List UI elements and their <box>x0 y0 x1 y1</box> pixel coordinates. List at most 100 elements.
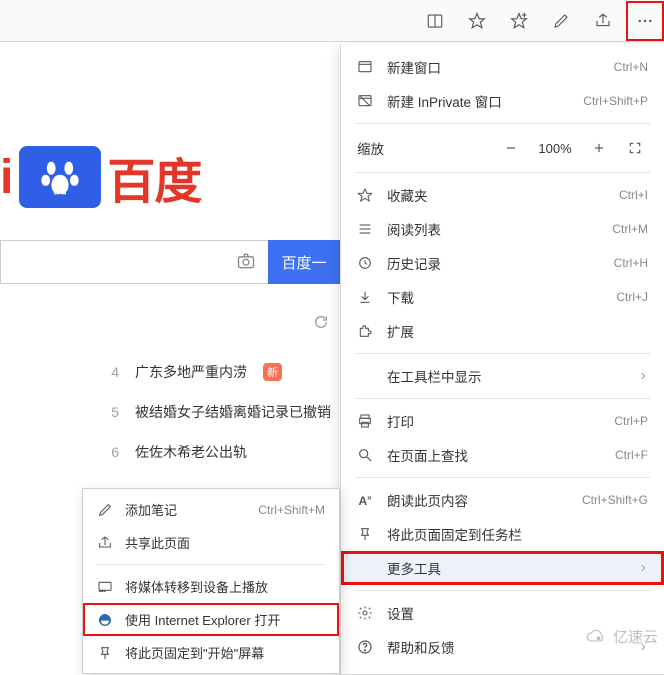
print-icon <box>357 413 373 429</box>
label: 使用 Internet Explorer 打开 <box>125 610 325 629</box>
news-rank: 6 <box>105 444 119 460</box>
menu-settings[interactable]: 设置 <box>341 596 664 630</box>
svg-text:du: du <box>54 186 67 198</box>
share-icon <box>97 535 113 551</box>
menu-separator <box>355 123 650 124</box>
label: 更多工具 <box>387 558 624 578</box>
news-text: 佐佐木希老公出轨 <box>135 442 247 462</box>
history-icon <box>357 255 373 271</box>
main-menu: 新建窗口 Ctrl+N 新建 InPrivate 窗口 Ctrl+Shift+P… <box>340 44 664 675</box>
sub-cast[interactable]: 将媒体转移到设备上播放 <box>83 570 339 603</box>
label: 历史记录 <box>387 253 600 273</box>
search-button[interactable]: 百度一 <box>268 240 340 284</box>
chevron-right-icon <box>638 369 648 384</box>
more-tools-submenu: 添加笔记 Ctrl+Shift+M 共享此页面 将媒体转移到设备上播放 使用 I… <box>82 488 340 674</box>
label: 阅读列表 <box>387 219 598 239</box>
read-aloud-icon: A» <box>357 492 373 508</box>
logo-i: i <box>0 150 13 205</box>
zoom-label: 缩放 <box>357 138 490 158</box>
shortcut: Ctrl+P <box>614 414 648 428</box>
menu-separator <box>355 398 650 399</box>
menu-extensions[interactable]: 扩展 <box>341 314 664 348</box>
private-icon <box>357 93 373 109</box>
browser-toolbar <box>0 0 664 42</box>
reading-view-icon[interactable] <box>416 1 454 41</box>
search-icon <box>357 447 373 463</box>
label: 在工具栏中显示 <box>387 366 624 386</box>
label: 在页面上查找 <box>387 445 601 465</box>
shortcut: Ctrl+I <box>619 188 648 202</box>
more-menu-button[interactable] <box>626 1 664 41</box>
shortcut: Ctrl+Shift+M <box>258 503 325 517</box>
menu-pin-taskbar[interactable]: 将此页面固定到任务栏 <box>341 517 664 551</box>
label: 朗读此页内容 <box>387 490 568 510</box>
menu-show-toolbar[interactable]: 在工具栏中显示 <box>341 359 664 393</box>
empty-icon <box>357 560 373 576</box>
puzzle-icon <box>357 323 373 339</box>
window-icon <box>357 59 373 75</box>
zoom-value: 100% <box>534 141 576 156</box>
zoom-controls: 100% <box>498 135 648 161</box>
zoom-out-button[interactable] <box>498 135 524 161</box>
menu-more-tools[interactable]: 更多工具 <box>341 551 664 585</box>
label: 共享此页面 <box>125 533 325 552</box>
menu-favorites[interactable]: 收藏夹 Ctrl+I <box>341 178 664 212</box>
pin-icon <box>357 526 373 542</box>
menu-new-window[interactable]: 新建窗口 Ctrl+N <box>341 50 664 84</box>
menu-find[interactable]: 在页面上查找 Ctrl+F <box>341 438 664 472</box>
shortcut: Ctrl+J <box>616 290 648 304</box>
watermark-text: 亿速云 <box>613 626 658 647</box>
fullscreen-button[interactable] <box>622 135 648 161</box>
label: 将此页面固定到任务栏 <box>387 524 648 544</box>
shortcut: Ctrl+Shift+G <box>582 493 648 507</box>
paw-icon: du <box>19 146 101 208</box>
menu-new-private[interactable]: 新建 InPrivate 窗口 Ctrl+Shift+P <box>341 84 664 118</box>
label: 打印 <box>387 411 600 431</box>
menu-zoom: 缩放 100% <box>341 129 664 167</box>
label: 设置 <box>387 603 648 623</box>
camera-icon[interactable] <box>236 251 256 274</box>
sub-open-ie[interactable]: 使用 Internet Explorer 打开 <box>83 603 339 636</box>
news-text: 广东多地严重内涝 <box>135 362 247 382</box>
gear-icon <box>357 605 373 621</box>
label: 新建窗口 <box>387 57 600 77</box>
shortcut: Ctrl+Shift+P <box>583 94 648 108</box>
news-rank: 5 <box>105 404 119 420</box>
menu-separator <box>355 590 650 591</box>
note-pen-icon[interactable] <box>542 1 580 41</box>
menu-history[interactable]: 历史记录 Ctrl+H <box>341 246 664 280</box>
label: 新建 InPrivate 窗口 <box>387 91 569 111</box>
chevron-right-icon <box>638 561 648 576</box>
news-rank: 4 <box>105 364 119 380</box>
cast-icon <box>97 579 113 595</box>
menu-separator <box>355 353 650 354</box>
share-icon[interactable] <box>584 1 622 41</box>
label: 扩展 <box>387 321 648 341</box>
shortcut: Ctrl+N <box>614 60 648 74</box>
menu-read-aloud[interactable]: A» 朗读此页内容 Ctrl+Shift+G <box>341 483 664 517</box>
download-icon <box>357 289 373 305</box>
sub-add-note[interactable]: 添加笔记 Ctrl+Shift+M <box>83 493 339 526</box>
logo-text: 百度 <box>107 142 201 212</box>
menu-separator <box>97 564 325 565</box>
toolbar-right-group <box>416 0 664 41</box>
menu-print[interactable]: 打印 Ctrl+P <box>341 404 664 438</box>
label: 下载 <box>387 287 602 307</box>
add-favorites-icon[interactable] <box>500 1 538 41</box>
menu-reading-list[interactable]: 阅读列表 Ctrl+M <box>341 212 664 246</box>
menu-downloads[interactable]: 下载 Ctrl+J <box>341 280 664 314</box>
sub-share-page[interactable]: 共享此页面 <box>83 526 339 559</box>
label: 收藏夹 <box>387 185 605 205</box>
pen-icon <box>97 502 113 518</box>
news-text: 被结婚女子结婚离婚记录已撤销 <box>135 402 331 422</box>
watermark: 亿速云 <box>583 626 658 647</box>
star-icon <box>357 187 373 203</box>
label: 添加笔记 <box>125 500 246 519</box>
shortcut: Ctrl+F <box>615 448 648 462</box>
news-badge: 新 <box>263 363 282 381</box>
zoom-in-button[interactable] <box>586 135 612 161</box>
favorite-star-icon[interactable] <box>458 1 496 41</box>
search-input[interactable] <box>0 240 268 284</box>
ie-icon <box>97 612 113 628</box>
list-icon <box>357 221 373 237</box>
